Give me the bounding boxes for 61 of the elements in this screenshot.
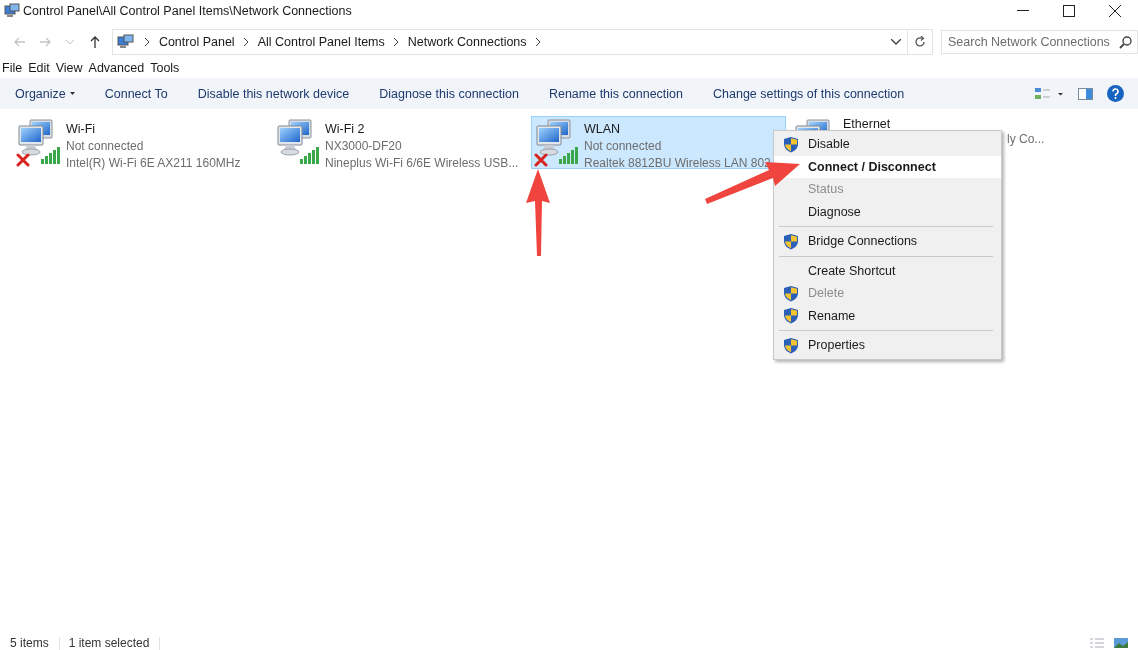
- menu-item[interactable]: File: [2, 61, 29, 75]
- toolbar-button[interactable]: Change settings of this connection: [706, 82, 912, 105]
- menu-item[interactable]: Bridge Connections: [774, 230, 1001, 253]
- menu-item[interactable]: Edit: [28, 61, 56, 75]
- breadcrumb[interactable]: Control Panel: [155, 35, 238, 49]
- tiles-view-icon[interactable]: [1114, 638, 1128, 648]
- menu-item[interactable]: Rename: [774, 304, 1001, 327]
- connection-tile[interactable]: Wi-Fi 2 NX3000-DF20 Nineplus Wi-Fi 6/6E Wireless USB...: [272, 116, 527, 169]
- computers-icon: [16, 118, 56, 158]
- connection-status: NX3000-DF20: [325, 138, 403, 155]
- signal-bars-icon: [299, 147, 321, 165]
- chevron-right-icon[interactable]: [243, 38, 249, 46]
- connection-name: WLAN: [584, 121, 622, 138]
- breadcrumb[interactable]: Network Connections: [404, 35, 530, 49]
- connection-name: Ethernet: [843, 117, 892, 131]
- toolbar-button[interactable]: Disable this network device: [190, 82, 357, 105]
- chevron-down-icon[interactable]: [891, 39, 901, 45]
- caret-icon: [69, 92, 75, 95]
- minimize-icon[interactable]: [1017, 10, 1029, 12]
- dropdown-button[interactable]: Organize: [8, 82, 82, 105]
- help-icon[interactable]: [1107, 85, 1124, 102]
- toolbar-button[interactable]: Rename this connection: [541, 82, 690, 105]
- selection-count: 1 item selected: [68, 636, 161, 650]
- menu-item[interactable]: Create Shortcut: [774, 259, 1001, 282]
- up-arrow-icon[interactable]: [90, 36, 101, 48]
- connection-name: Wi-Fi: [66, 121, 97, 138]
- menu-item[interactable]: Diagnose: [774, 200, 1001, 223]
- signal-bars-icon: [558, 147, 580, 165]
- adapter-name: Realtek 8812BU Wireless LAN 802: [584, 155, 771, 172]
- app-icon: [4, 3, 20, 19]
- chevron-right-icon[interactable]: [144, 38, 150, 46]
- toolbar-button[interactable]: Connect To: [97, 82, 175, 105]
- menu-item[interactable]: Advanced: [88, 61, 151, 75]
- search-icon[interactable]: [1119, 36, 1132, 49]
- item-count: 5 items: [10, 636, 60, 650]
- chevron-right-icon[interactable]: [393, 38, 399, 46]
- connection-name: Wi-Fi 2: [325, 121, 366, 138]
- computers-icon: [275, 118, 315, 158]
- connection-status: Not connected: [584, 138, 663, 155]
- adapter-name: Nineplus Wi-Fi 6/6E Wireless USB...: [325, 155, 519, 172]
- view-options-icon[interactable]: [1034, 86, 1064, 101]
- close-icon[interactable]: [1109, 5, 1121, 17]
- search-field[interactable]: Search Network Connections: [941, 30, 1138, 54]
- signal-bars-icon: [40, 147, 62, 165]
- window-title: Control Panel\All Control Panel Items\Network Connections: [23, 4, 352, 18]
- connection-tile[interactable]: WLAN Not connected Realtek 8812BU Wireless LAN 802: [531, 116, 786, 169]
- connection-status: Not connected: [66, 138, 145, 155]
- connection-tile[interactable]: Wi-Fi Not connected Intel(R) Wi-Fi 6E AX211 160MHz: [13, 116, 268, 169]
- adapter-name: Intel(R) Wi-Fi 6E AX211 160MHz: [66, 155, 241, 172]
- refresh-icon[interactable]: [914, 36, 926, 48]
- menu-item[interactable]: View: [55, 61, 89, 75]
- breadcrumb[interactable]: All Control Panel Items: [254, 35, 388, 49]
- network-folder-icon: [116, 34, 135, 50]
- menu-item[interactable]: Properties: [774, 334, 1001, 357]
- menu-item[interactable]: Tools: [150, 61, 186, 75]
- preview-pane-icon[interactable]: [1078, 87, 1093, 100]
- computers-icon: [534, 118, 574, 158]
- toolbar-button[interactable]: Diagnose this connection: [372, 82, 526, 105]
- chevron-right-icon[interactable]: [535, 38, 541, 46]
- maximize-icon[interactable]: [1063, 5, 1075, 17]
- menu-item[interactable]: Connect / Disconnect: [774, 155, 1001, 178]
